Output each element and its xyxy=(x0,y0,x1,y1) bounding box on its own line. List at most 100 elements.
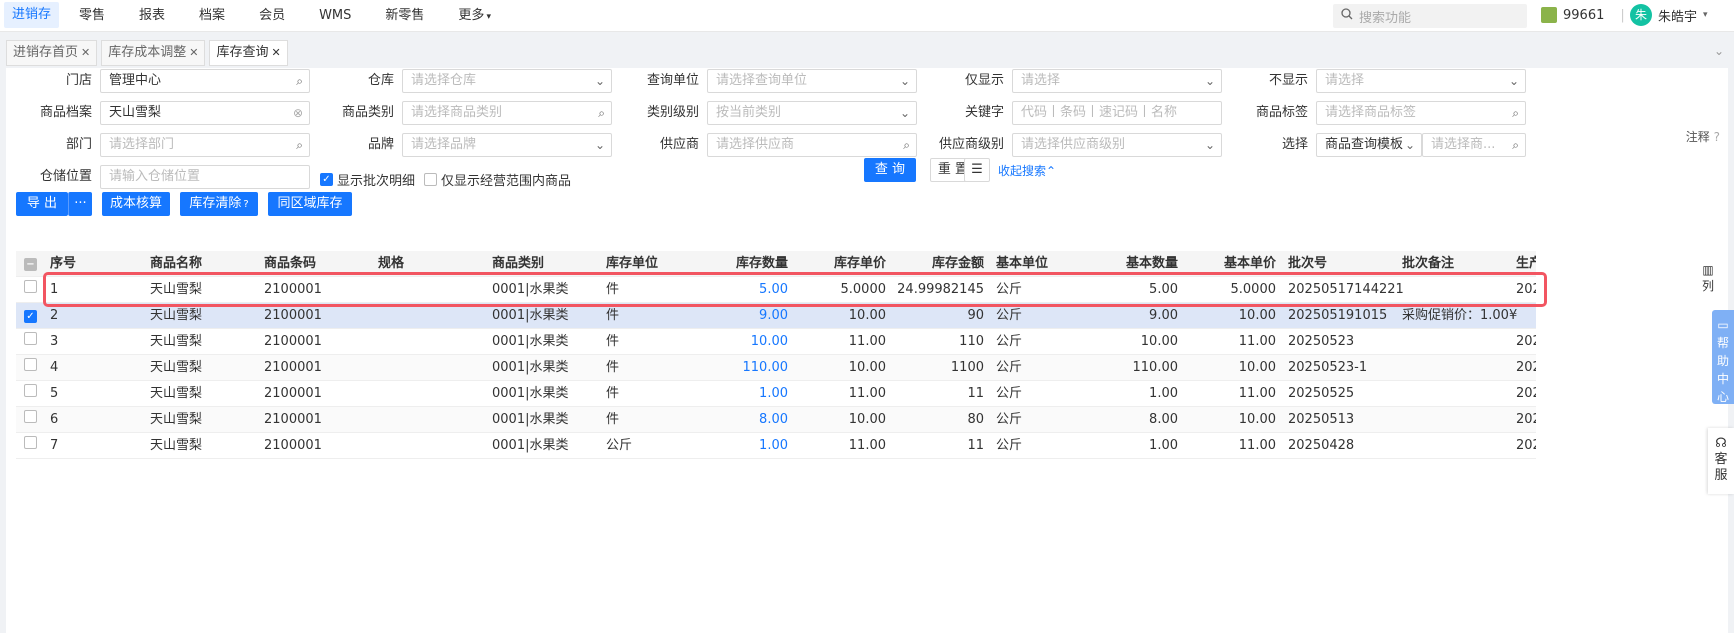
cell-qty[interactable]: 10.00 xyxy=(686,329,788,355)
filter-settings-button[interactable]: ☰ xyxy=(964,158,990,182)
table-row[interactable]: 4 天山雪梨 2100001 0001|水果类 件 110.00 10.00 1100 公斤 11… xyxy=(16,355,1536,381)
row-checkbox[interactable] xyxy=(24,407,37,433)
show-batch-label: 显示批次明细 xyxy=(337,174,416,189)
chevron-down-icon: ▾ xyxy=(1703,10,1708,20)
select-all-checkbox[interactable]: − xyxy=(24,251,37,277)
supplier-label: 供应商 xyxy=(659,137,699,152)
stock-clear-button[interactable]: 库存清除? xyxy=(180,192,258,216)
cell-price: 10.00 xyxy=(848,412,886,427)
tab-jxc-home[interactable]: 进销存首页 ✕ xyxy=(6,40,98,66)
cell-price: 11.00 xyxy=(848,386,886,401)
chevron-down-icon[interactable]: ⌄ xyxy=(1714,44,1724,58)
query-button[interactable]: 查 询 xyxy=(864,158,916,182)
cost-calc-button[interactable]: 成本核算 xyxy=(102,192,170,216)
row-checkbox[interactable] xyxy=(24,355,37,381)
search-icon[interactable]: ⌕ xyxy=(598,102,605,124)
not-show-select[interactable]: 请选择 ⌄ xyxy=(1316,69,1526,93)
query-unit-placeholder: 请选择查询单位 xyxy=(716,73,808,88)
location-input[interactable]: 请输入仓储位置 xyxy=(100,165,310,189)
scope-only-checkbox[interactable]: 仅显示经营范围内商品 xyxy=(424,170,571,189)
export-more-button[interactable]: ··· xyxy=(68,192,92,216)
help-char: 中 xyxy=(1716,372,1729,386)
store-input[interactable]: 管理中心 ⌕ xyxy=(100,69,310,93)
only-show-select[interactable]: 请选择 ⌄ xyxy=(1012,69,1222,93)
table-row[interactable]: 6 天山雪梨 2100001 0001|水果类 件 8.00 10.00 80 公斤 8.00 10… xyxy=(16,407,1536,433)
menu-item-wms[interactable]: WMS xyxy=(303,0,369,32)
cell-name: 天山雪梨 xyxy=(150,438,203,453)
menu-item-archive[interactable]: 档案 xyxy=(183,0,243,32)
row-checkbox[interactable] xyxy=(24,433,37,459)
cell-batch: 20250525 xyxy=(1288,386,1355,401)
tab-stock-query[interactable]: 库存查询 ✕ xyxy=(209,40,288,66)
cell-qty[interactable]: 110.00 xyxy=(686,355,789,381)
row-checkbox[interactable] xyxy=(24,329,37,355)
brand-select[interactable]: 请选择品牌 ⌄ xyxy=(402,133,612,157)
table-row[interactable]: 7 天山雪梨 2100001 0001|水果类 公斤 1.00 11.00 11 公斤 1.00 1… xyxy=(16,433,1536,459)
search-icon[interactable]: ⌕ xyxy=(1512,102,1519,124)
coin-balance[interactable]: 99661 | xyxy=(1541,7,1625,23)
category-level-select[interactable]: 按当前类别 ⌄ xyxy=(707,101,917,125)
dept-input[interactable]: 请选择部门 ⌕ xyxy=(100,133,310,157)
cell-bqty: 1.00 xyxy=(1149,386,1178,401)
tag-field: 商品标签 请选择商品标签 ⌕ xyxy=(1256,101,1526,125)
note-link[interactable]: 注释 ? xyxy=(1686,128,1720,145)
customer-service-tab[interactable]: ☊ 客 服 xyxy=(1708,428,1734,494)
location-label: 仓储位置 xyxy=(39,169,92,184)
warehouse-select[interactable]: 请选择仓库 ⌄ xyxy=(402,69,612,93)
not-show-label: 不显示 xyxy=(1268,73,1308,88)
menu-item-member[interactable]: 会员 xyxy=(243,0,303,32)
cell-qty[interactable]: 8.00 xyxy=(686,407,788,433)
clear-icon[interactable]: ⊗ xyxy=(293,102,303,124)
row-checkbox[interactable] xyxy=(24,277,37,303)
cell-date: 2025- xyxy=(1516,360,1536,375)
cell-batch: 20250523-1 xyxy=(1288,360,1368,375)
stock-clear-label: 库存清除 xyxy=(189,196,242,211)
tab-cost-adjust[interactable]: 库存成本调整 ✕ xyxy=(101,40,206,66)
show-batch-checkbox[interactable]: ✓ 显示批次明细 xyxy=(320,170,415,189)
close-icon[interactable]: ✕ xyxy=(189,46,198,59)
close-icon[interactable]: ✕ xyxy=(81,46,90,59)
category-input[interactable]: 请选择商品类别 ⌕ xyxy=(402,101,612,125)
menu-item-new-retail[interactable]: 新零售 xyxy=(369,0,442,32)
cell-price: 11.00 xyxy=(848,438,886,453)
supplier-level-select[interactable]: 请选择供应商级别 ⌄ xyxy=(1012,133,1222,157)
template-item-input[interactable]: 请选择商... ⌕ xyxy=(1422,133,1526,157)
search-icon[interactable]: ⌕ xyxy=(903,134,910,156)
close-icon[interactable]: ✕ xyxy=(271,46,280,59)
keyword-input[interactable]: 代码丨条码丨速记码丨名称 xyxy=(1012,101,1222,125)
row-checkbox[interactable]: ✓ xyxy=(24,303,37,329)
help-center-tab[interactable]: ▭ 帮 助 中 心 xyxy=(1712,310,1734,404)
cell-bprice: 10.00 xyxy=(1238,360,1276,375)
tag-input[interactable]: 请选择商品标签 ⌕ xyxy=(1316,101,1526,125)
search-icon[interactable]: ⌕ xyxy=(296,134,303,156)
cell-unit: 件 xyxy=(606,386,620,401)
tab-label: 进销存首页 xyxy=(13,45,79,60)
supplier-field: 供应商 请选择供应商 ⌕ xyxy=(660,133,917,157)
function-search-input[interactable]: 搜索功能 xyxy=(1333,4,1527,28)
cell-cat: 0001|水果类 xyxy=(492,386,569,401)
table-row[interactable]: 5 天山雪梨 2100001 0001|水果类 件 1.00 11.00 11 公斤 1.00 11… xyxy=(16,381,1536,407)
product-input[interactable]: 天山雪梨 ⊗ xyxy=(100,101,310,125)
collapse-search-link[interactable]: 收起搜索⌃ xyxy=(998,162,1056,179)
cell-qty[interactable]: 1.00 xyxy=(686,433,788,459)
same-area-stock-button[interactable]: 同区域库存 xyxy=(268,192,352,216)
help-icon: ? xyxy=(243,199,249,210)
template-select[interactable]: 商品查询模板 ⌄ xyxy=(1316,133,1422,157)
search-icon[interactable]: ⌕ xyxy=(296,70,303,92)
row-checkbox[interactable] xyxy=(24,381,37,407)
menu-item-jxc[interactable]: 进销存 xyxy=(4,2,60,28)
search-icon[interactable]: ⌕ xyxy=(1512,134,1519,156)
cell-qty[interactable]: 1.00 xyxy=(686,381,788,407)
query-unit-select[interactable]: 请选择查询单位 ⌄ xyxy=(707,69,917,93)
table-row[interactable]: 3 天山雪梨 2100001 0001|水果类 件 10.00 11.00 110 公斤 10.0… xyxy=(16,329,1536,355)
export-button[interactable]: 导 出 xyxy=(16,192,68,216)
supplier-input[interactable]: 请选择供应商 ⌕ xyxy=(707,133,917,157)
keyword-label: 关键字 xyxy=(964,105,1004,120)
menu-item-more[interactable]: 更多 ▾ xyxy=(442,0,509,32)
row-highlight-box xyxy=(43,272,1547,307)
user-menu[interactable]: 朱 朱皓宇 ▾ xyxy=(1630,4,1708,26)
column-settings-button[interactable]: ▥ 列 xyxy=(1699,262,1717,294)
menu-item-report[interactable]: 报表 xyxy=(123,0,183,32)
cell-bqty: 10.00 xyxy=(1140,334,1178,349)
menu-item-retail[interactable]: 零售 xyxy=(63,0,123,32)
